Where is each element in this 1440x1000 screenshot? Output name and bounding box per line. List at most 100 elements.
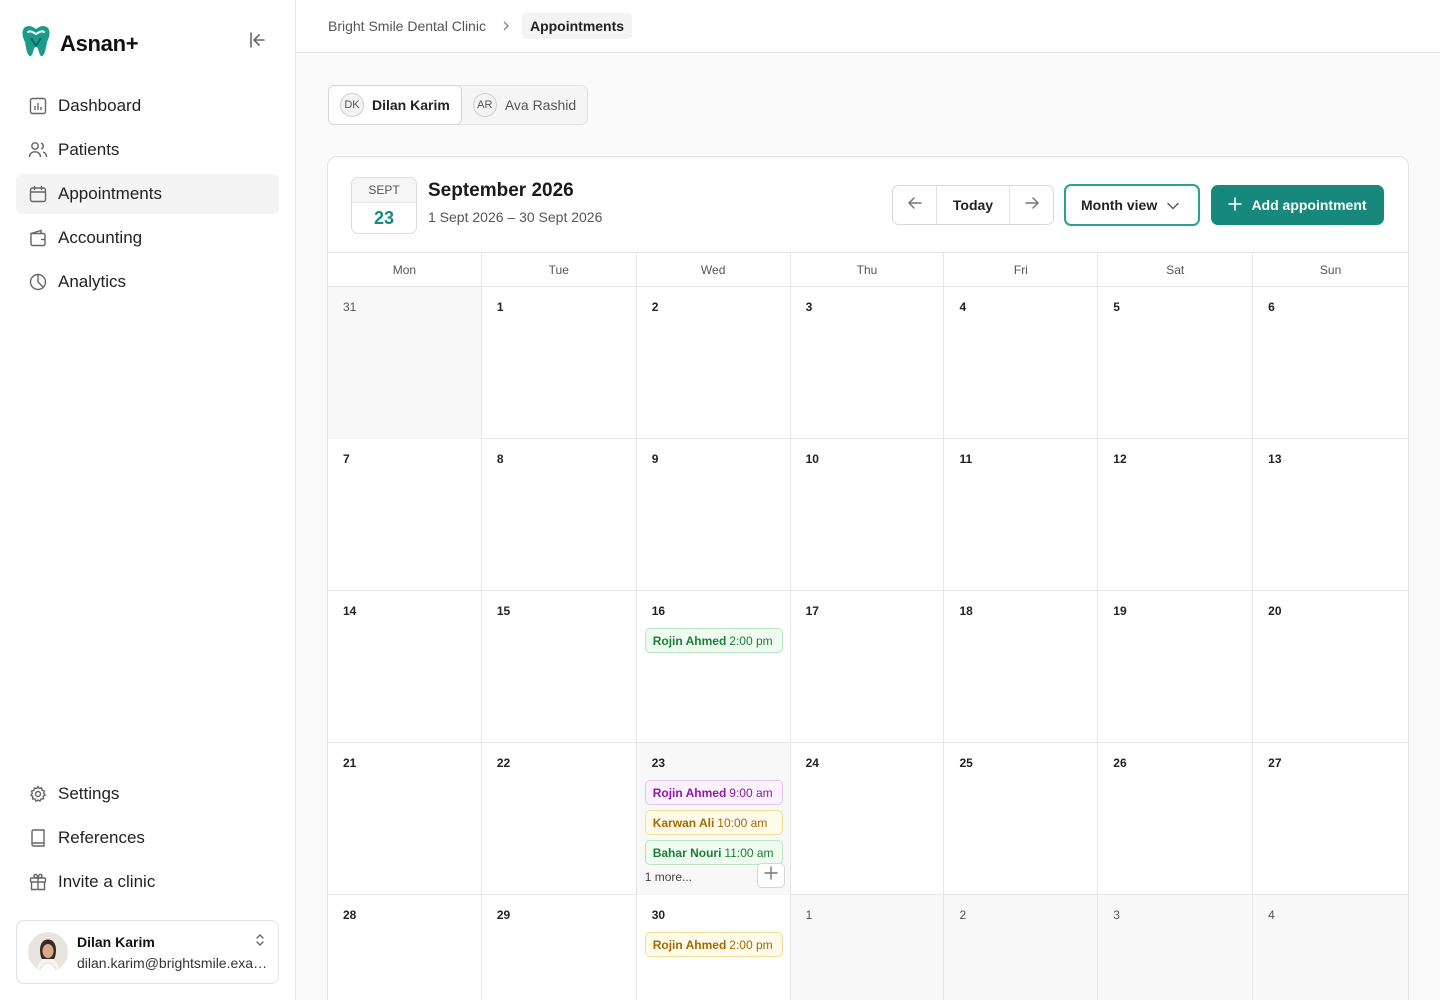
day-cell[interactable]: 2 bbox=[944, 895, 1099, 1000]
appointment-chip[interactable]: Rojin Ahmed 2:00 pm bbox=[644, 628, 783, 653]
appointment-time: 2:00 pm bbox=[729, 633, 773, 648]
day-cell[interactable]: 12 bbox=[1098, 439, 1254, 591]
day-cell[interactable]: 26 bbox=[1098, 743, 1254, 895]
day-cell[interactable]: 16 Rojin Ahmed 2:00 pm bbox=[637, 591, 791, 743]
month-navigation: Today bbox=[892, 185, 1054, 225]
sidebar-item-accounting[interactable]: Accounting bbox=[16, 218, 279, 258]
day-cell[interactable]: 23 Rojin Ahmed 9:00 am Karwan Ali 10:00 am Ba… bbox=[636, 743, 791, 895]
day-cell[interactable]: 1 bbox=[790, 895, 945, 1000]
previous-month-button[interactable] bbox=[893, 186, 936, 224]
sidebar-item-references[interactable]: References bbox=[16, 818, 279, 858]
day-cell[interactable]: 27 bbox=[1253, 743, 1408, 895]
day-number: 2 bbox=[651, 300, 659, 314]
day-number: 22 bbox=[496, 756, 511, 770]
bar-chart-icon bbox=[28, 96, 48, 116]
sidebar-item-patients[interactable]: Patients bbox=[16, 130, 279, 170]
day-cell[interactable]: 3 bbox=[791, 287, 945, 439]
breadcrumb-clinic[interactable]: Bright Smile Dental Clinic bbox=[328, 18, 486, 34]
day-cell[interactable]: 18 bbox=[944, 591, 1099, 743]
add-to-day-button[interactable] bbox=[756, 863, 785, 888]
day-cell[interactable]: 19 bbox=[1098, 591, 1254, 743]
day-cell[interactable]: 3 bbox=[1098, 895, 1254, 1000]
day-cell[interactable]: 28 bbox=[328, 895, 482, 1000]
appointment-chip[interactable]: Karwan Ali 10:00 am bbox=[644, 810, 783, 835]
day-cell[interactable]: 14 bbox=[328, 591, 482, 743]
collapse-sidebar-button[interactable] bbox=[244, 29, 270, 55]
day-number: 17 bbox=[805, 604, 819, 618]
day-cell[interactable]: 9 bbox=[637, 439, 791, 591]
day-cell[interactable]: 10 bbox=[791, 439, 945, 591]
day-cell[interactable]: 31 bbox=[328, 287, 482, 439]
chevron-right-icon bbox=[502, 20, 510, 32]
day-cell[interactable]: 25 bbox=[944, 743, 1099, 895]
today-button[interactable]: Today bbox=[936, 186, 1010, 224]
day-cell[interactable]: 5 bbox=[1098, 287, 1254, 439]
more-appointments-link[interactable]: 1 more... bbox=[645, 870, 692, 884]
day-cell[interactable]: 20 bbox=[1253, 591, 1408, 743]
view-select[interactable]: Month view bbox=[1064, 184, 1200, 226]
day-cell[interactable]: 2 bbox=[637, 287, 791, 439]
sidebar-item-settings[interactable]: Settings bbox=[16, 774, 279, 814]
day-cell[interactable]: 17 bbox=[791, 591, 945, 743]
day-number: 12 bbox=[1113, 452, 1127, 466]
main-nav: Dashboard Patients Appointments Accounti… bbox=[16, 86, 279, 306]
day-cell[interactable]: 30 Rojin Ahmed 2:00 pm bbox=[637, 895, 791, 1000]
badge-day: 23 bbox=[373, 208, 395, 228]
tab-doctor-dilan-karim[interactable]: DK Dilan Karim bbox=[328, 85, 462, 125]
doctor-initials: DK bbox=[340, 93, 364, 117]
day-cell[interactable]: 24 bbox=[791, 743, 945, 895]
day-cell[interactable]: 13 bbox=[1253, 439, 1408, 591]
day-number: 1 bbox=[805, 908, 813, 922]
day-cell[interactable]: 4 bbox=[1253, 895, 1408, 1000]
appointment-chip[interactable]: Rojin Ahmed 9:00 am bbox=[644, 780, 783, 805]
appointment-patient: Karwan Ali bbox=[652, 815, 715, 830]
doctor-initials: AR bbox=[472, 93, 497, 117]
day-number: 3 bbox=[805, 300, 813, 314]
day-number: 2 bbox=[959, 908, 967, 922]
day-number: 30 bbox=[651, 908, 666, 922]
sidebar-item-appointments[interactable]: Appointments bbox=[16, 174, 279, 214]
sidebar-item-label: Analytics bbox=[58, 272, 127, 291]
day-cell[interactable]: 22 bbox=[482, 743, 637, 895]
appointment-list: Rojin Ahmed 2:00 pm bbox=[644, 932, 783, 962]
tab-doctor-ava-rashid[interactable]: AR Ava Rashid bbox=[462, 86, 587, 124]
week-row: 21 22 23 Rojin Ahmed 9:00 am Karwan Ali 10:00 … bbox=[328, 743, 1408, 895]
user-menu[interactable]: Dilan Karim dilan.karim@brightsmile.exam… bbox=[16, 920, 279, 984]
day-cell[interactable]: 8 bbox=[482, 439, 637, 591]
sidebar-item-dashboard[interactable]: Dashboard bbox=[16, 86, 279, 126]
breadcrumb: Bright Smile Dental Clinic Appointments bbox=[296, 0, 1440, 53]
add-appointment-button[interactable]: Add appointment bbox=[1211, 185, 1384, 225]
doctor-name: Ava Rashid bbox=[504, 97, 577, 113]
day-number: 16 bbox=[651, 604, 666, 618]
day-cell[interactable]: 7 bbox=[328, 439, 482, 591]
user-name: Dilan Karim bbox=[77, 933, 155, 950]
day-cell[interactable]: 6 bbox=[1253, 287, 1408, 439]
secondary-nav: Settings References Invite a clinic bbox=[16, 774, 279, 906]
day-cell[interactable]: 29 bbox=[482, 895, 637, 1000]
brand[interactable]: Asnan+ bbox=[20, 24, 139, 63]
doctor-tabs: DK Dilan Karim AR Ava Rashid bbox=[328, 85, 589, 125]
appointment-patient: Rojin Ahmed bbox=[652, 633, 727, 648]
sidebar-item-invite[interactable]: Invite a clinic bbox=[16, 862, 279, 902]
day-cell[interactable]: 15 bbox=[482, 591, 637, 743]
sidebar-item-label: Appointments bbox=[58, 184, 162, 203]
day-cell[interactable]: 1 bbox=[482, 287, 637, 439]
day-cell[interactable]: 21 bbox=[328, 743, 482, 895]
appointment-time: 11:00 am bbox=[724, 845, 774, 860]
sidebar-item-analytics[interactable]: Analytics bbox=[16, 262, 279, 302]
day-number: 31 bbox=[343, 300, 357, 314]
day-cell[interactable]: 4 bbox=[944, 287, 1099, 439]
day-number: 3 bbox=[1113, 908, 1120, 922]
week-row: 14 15 16 Rojin Ahmed 2:00 pm 17 18 19 20 bbox=[328, 591, 1408, 743]
appointment-time: 2:00 pm bbox=[729, 937, 773, 952]
day-number: 13 bbox=[1268, 452, 1282, 466]
add-appointment-label: Add appointment bbox=[1251, 197, 1367, 213]
doctor-name: Dilan Karim bbox=[372, 97, 450, 113]
appointment-chip[interactable]: Bahar Nouri 11:00 am bbox=[644, 840, 783, 865]
day-number: 10 bbox=[805, 452, 819, 466]
day-cell[interactable]: 11 bbox=[944, 439, 1099, 591]
appointment-chip[interactable]: Rojin Ahmed 2:00 pm bbox=[644, 932, 783, 957]
day-number: 9 bbox=[651, 452, 659, 466]
next-month-button[interactable] bbox=[1010, 186, 1053, 224]
day-number: 19 bbox=[1113, 604, 1127, 618]
